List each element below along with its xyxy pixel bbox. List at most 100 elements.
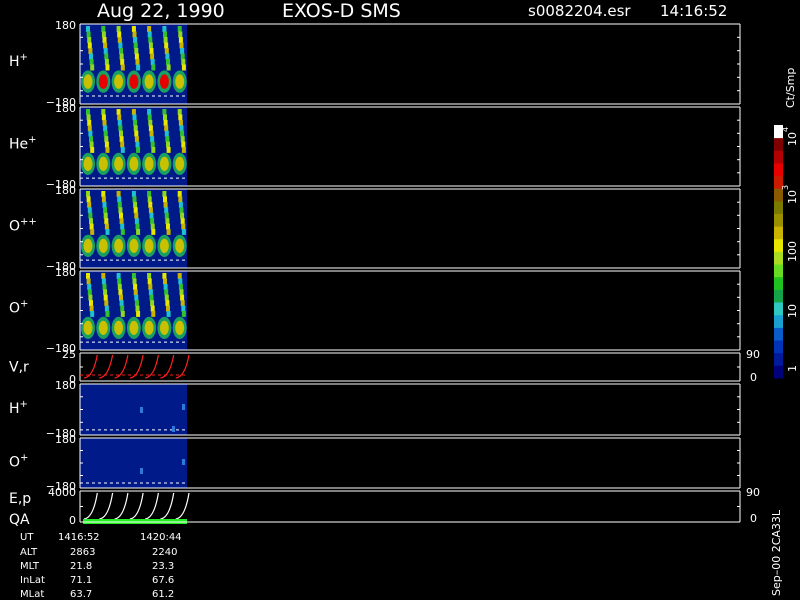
spectrogram-cell: [89, 53, 93, 60]
colorbar-cell: [774, 137, 783, 151]
orbit-label-inlat: InLat: [20, 575, 45, 586]
spectrogram-cell: [87, 37, 92, 43]
spectrogram-cell: [178, 119, 183, 126]
series-line: [160, 492, 175, 520]
spectrogram-core: [144, 320, 154, 335]
spectrogram-cell: [133, 207, 138, 214]
spectrogram-cell: [166, 229, 171, 235]
spectrogram-cell: [118, 125, 123, 132]
spectrogram-cell: [180, 218, 185, 225]
spectrogram-cell: [87, 207, 92, 214]
spectrogram-cell: [165, 218, 170, 225]
spectrogram-cell: [136, 229, 141, 235]
panel-label: H+: [9, 399, 28, 417]
spectrogram-cell: [147, 191, 152, 197]
spectrogram-cell: [105, 311, 110, 317]
spectrogram-cell: [182, 459, 185, 465]
colorbar-cells: [774, 125, 783, 379]
spectrogram-cell: [120, 141, 125, 148]
spectrogram-cell: [116, 26, 121, 32]
colorbar-unit: Ct/Smp: [784, 68, 797, 108]
spectrogram-cell: [118, 42, 123, 49]
spectrogram-cell: [136, 64, 141, 71]
spectrogram-core: [114, 238, 124, 253]
y-max-label: 25: [62, 348, 76, 361]
colorbar-cell: [774, 238, 783, 252]
spectrogram-cell: [166, 141, 170, 148]
colorbar-tick-10000-exp: 4: [781, 127, 790, 132]
spectrogram-cell: [147, 109, 152, 115]
spectrogram-cell: [150, 223, 155, 230]
spectrogram-cell: [87, 289, 92, 296]
spectrogram-cell: [87, 125, 92, 132]
spectrogram-cell: [118, 207, 123, 214]
spectrogram-cell: [181, 229, 186, 235]
spectrogram-cell: [180, 130, 185, 137]
orbit-mlat-end: 61.2: [152, 589, 174, 600]
spectrogram-cell: [180, 212, 185, 219]
spectrogram-cell: [180, 136, 185, 143]
colorbar-cell: [774, 150, 783, 164]
spectrogram-cell: [89, 218, 93, 225]
spectrogram-cell: [164, 125, 169, 132]
spectrogram-cell: [178, 201, 183, 208]
spectrogram-cell: [88, 48, 93, 54]
spectrogram-cell: [163, 31, 167, 38]
spectrogram-cell: [117, 31, 122, 38]
spectrogram-core: [114, 320, 124, 335]
colorbar-tick-10000: 10: [786, 132, 799, 146]
spectrogram-cell: [164, 294, 169, 301]
spectrogram-cell: [131, 273, 136, 279]
orbit-mlt-start: 21.8: [70, 561, 92, 572]
panel-label-name: O: [9, 455, 20, 471]
spectrogram-core: [159, 238, 169, 253]
spectrogram-cell: [134, 294, 139, 301]
spectrogram-cell: [134, 136, 139, 143]
colorbar-cell: [774, 314, 783, 328]
colorbar-cell: [774, 213, 783, 227]
spectrogram-cell: [116, 109, 121, 115]
spectrogram-cell: [181, 59, 186, 65]
panel-label-name: V,r: [9, 360, 29, 376]
series-line: [83, 354, 98, 379]
spectrogram-core: [98, 238, 108, 253]
spectrogram-core: [98, 156, 108, 171]
orbit-alt-end: 2240: [152, 547, 177, 558]
spectrogram-cell: [147, 278, 152, 285]
spectrogram-cell: [147, 31, 152, 38]
spectrogram-cell: [101, 26, 106, 32]
spectrogram-cell: [147, 196, 152, 203]
sms-plot: Aug 22, 1990 EXOS-D SMS s0082204.esr 14:…: [9, 0, 799, 600]
spectrogram-cell: [133, 201, 138, 208]
spectrogram-cell: [164, 207, 169, 214]
spectrogram-cell: [104, 300, 109, 307]
spectrogram-cell: [164, 212, 169, 219]
series-line: [99, 492, 114, 520]
colorbar-tick-1000-exp: 3: [781, 185, 790, 190]
orbit-mlat-start: 63.7: [70, 589, 92, 600]
spectrogram-cell: [148, 42, 153, 49]
spectrogram-cell: [87, 283, 92, 290]
spectrogram-cell: [150, 53, 155, 60]
spectrogram-cell: [103, 289, 108, 296]
spectrogram-cell: [177, 273, 182, 279]
panel-8: 4000 0 E,p QA 90 0: [9, 486, 760, 528]
colorbar-cell: [774, 302, 783, 316]
spectrogram-cell: [181, 147, 186, 153]
spectrogram-cell: [86, 196, 91, 203]
spectrogram-cell: [150, 141, 155, 148]
spectrogram-core: [144, 238, 154, 253]
spectrogram-cell: [151, 311, 156, 317]
spectrogram-cell: [103, 125, 108, 132]
spectrogram-cell: [101, 278, 106, 285]
spectrogram-cell: [87, 201, 92, 208]
orbit-ut-start: 1416:52: [58, 532, 100, 543]
spectrogram-cell: [133, 289, 138, 296]
spectrogram-cell: [90, 64, 95, 71]
orbit-alt-start: 2863: [70, 547, 95, 558]
spectrogram-cell: [119, 130, 123, 137]
panel-label-sup: +: [20, 299, 28, 310]
y-min-label: 0: [69, 514, 76, 527]
orbit-label-ut: UT: [20, 532, 34, 543]
spectrogram-cell: [88, 294, 93, 301]
